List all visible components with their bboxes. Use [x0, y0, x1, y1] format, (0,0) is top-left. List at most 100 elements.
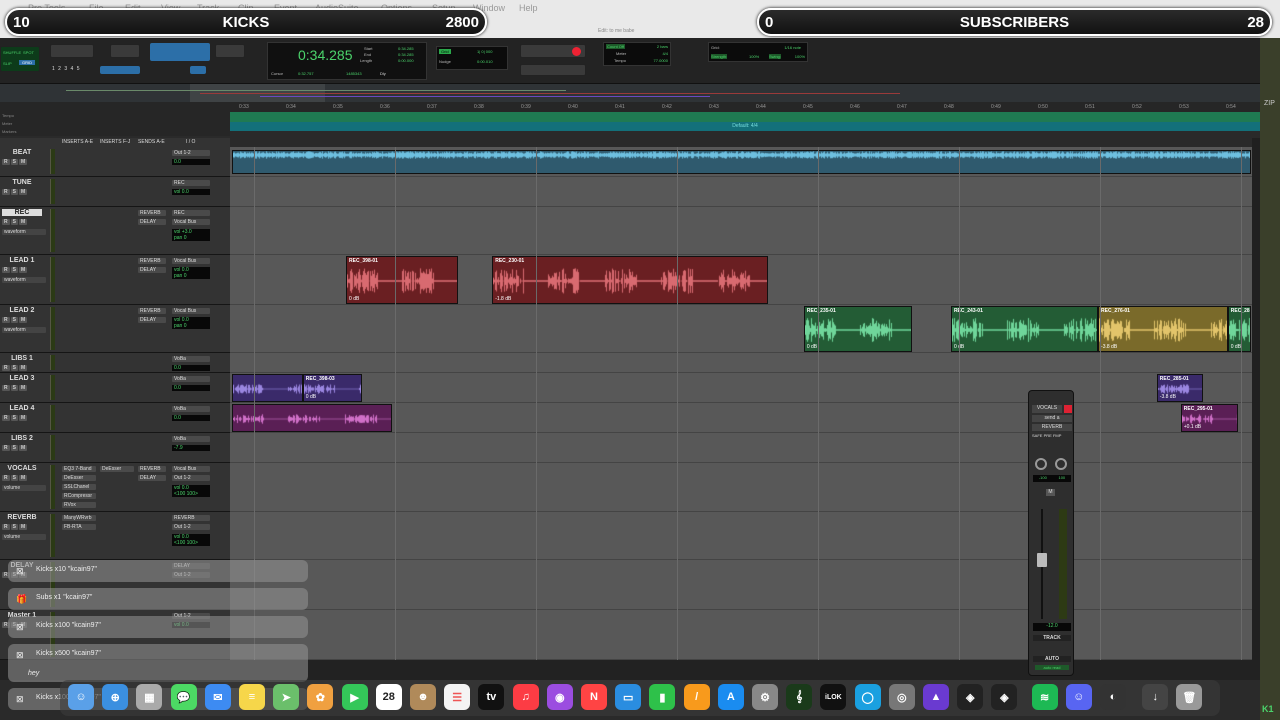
output-selector[interactable]: REC: [172, 180, 210, 186]
tempo-display[interactable]: Count Off Meter Tempo 2 bars 4/4 77.0000: [603, 42, 671, 66]
track-lane[interactable]: [230, 177, 1252, 207]
send-slot[interactable]: DELAY: [138, 267, 166, 273]
volume-readout[interactable]: 0.0: [172, 385, 210, 391]
track-lane[interactable]: [230, 560, 1252, 610]
link-button[interactable]: [190, 66, 206, 74]
midi-grid-display[interactable]: Grid: 1/16 note Strength: 100% Swing: 10…: [708, 42, 808, 62]
audio-clip[interactable]: [231, 150, 1251, 174]
send-slot[interactable]: REVERB: [138, 210, 166, 216]
output-selector[interactable]: VoBa: [172, 406, 210, 412]
automation-mode[interactable]: auto read: [1035, 665, 1069, 670]
insert-slot[interactable]: RVox: [62, 502, 96, 508]
grid-nudge-display[interactable]: Grid 1| 0| 000 Nudge 0:00.010: [436, 46, 508, 70]
mode-grid[interactable]: GRID: [19, 60, 35, 65]
dock-pro-tools-icon[interactable]: ▲: [923, 684, 949, 710]
track-lane[interactable]: [230, 610, 1252, 660]
dock-pages-icon[interactable]: /: [683, 684, 710, 710]
dock-spotify-icon[interactable]: ≋: [1031, 684, 1058, 710]
track-name[interactable]: TUNE: [2, 179, 42, 186]
edit-modes[interactable]: SHUFFLE SPOT SLIP GRID: [0, 46, 40, 72]
zoom-tool[interactable]: [110, 44, 140, 58]
mute-button[interactable]: M: [18, 475, 28, 481]
audio-clip[interactable]: REC_285-01 -3.8 dB: [1156, 374, 1203, 402]
dock-mail-icon[interactable]: ✉: [204, 684, 231, 710]
track-header-lead-3[interactable]: LEAD 3 R S M VoBa 0.0: [0, 373, 230, 403]
dock-photos-icon[interactable]: ✿: [307, 684, 334, 710]
track-lane[interactable]: [230, 147, 1252, 177]
tempo-value[interactable]: 77.0000: [654, 58, 668, 63]
dock-maps-icon[interactable]: ➤: [273, 684, 300, 710]
track-view-selector[interactable]: waveform: [2, 229, 46, 235]
insert-slot[interactable]: EQ3 7-Band: [62, 466, 96, 472]
solo-button[interactable]: S: [10, 524, 18, 530]
insert-slot[interactable]: ManyWRvrb: [62, 515, 96, 521]
mute-button[interactable]: M: [18, 267, 28, 273]
mode-slip[interactable]: SLIP: [3, 61, 12, 66]
output-selector-2[interactable]: Vocal Bus: [172, 219, 210, 225]
pencil-tool[interactable]: [215, 44, 245, 58]
record-arm-button[interactable]: R: [2, 415, 10, 421]
send-selector[interactable]: send a: [1032, 415, 1072, 422]
dock-sibelius-icon[interactable]: 𝄞: [786, 684, 813, 710]
dock-calendar-icon[interactable]: 28: [375, 684, 402, 710]
grid-button[interactable]: Grid: [439, 49, 451, 54]
track-view-selector[interactable]: volume: [2, 534, 46, 540]
volume-readout[interactable]: 0.0: [172, 365, 210, 371]
output-selector-2[interactable]: Out 1-2: [172, 475, 210, 481]
output-selector[interactable]: VoBa: [172, 356, 210, 362]
end-value[interactable]: 0:34.285: [398, 52, 414, 57]
dock-izotope-icon[interactable]: ◯: [854, 684, 881, 710]
mute-button[interactable]: M: [18, 445, 28, 451]
solo-button[interactable]: S: [10, 267, 18, 273]
solo-button[interactable]: S: [10, 415, 18, 421]
dock-contacts-icon[interactable]: ☻: [410, 684, 436, 710]
audio-clip[interactable]: REC_276-01 -3.8 dB: [1098, 306, 1228, 352]
volume-fader[interactable]: [1037, 553, 1047, 567]
track-name[interactable]: LEAD 4: [2, 405, 42, 412]
pre-button[interactable]: PRE: [1044, 433, 1052, 438]
pan-readout[interactable]: pan 0: [172, 235, 210, 241]
record-arm-button[interactable]: R: [2, 219, 10, 225]
zoom-presets[interactable]: 1 2 3 4 5: [52, 66, 79, 72]
mute-button[interactable]: M: [18, 385, 28, 391]
record-arm-button[interactable]: R: [2, 445, 10, 451]
audio-clip[interactable]: REC_295-01 +0.1 dB: [1180, 404, 1239, 432]
track-name[interactable]: BEAT: [2, 149, 42, 156]
menu-help[interactable]: Help: [519, 3, 538, 13]
dock-facetime-icon[interactable]: ▶: [341, 684, 368, 710]
send-slot[interactable]: REVERB: [138, 466, 166, 472]
mode-shuffle[interactable]: SHUFFLE: [3, 50, 21, 55]
volume-readout[interactable]: vol 0.0: [172, 189, 210, 195]
pan-readout[interactable]: pan 0: [172, 273, 210, 279]
track-lane[interactable]: [230, 353, 1252, 373]
tempo-ruler[interactable]: [230, 112, 1260, 122]
pan-readout[interactable]: pan 0: [172, 323, 210, 329]
solo-button[interactable]: S: [10, 385, 18, 391]
fader-value[interactable]: -12.0: [1033, 623, 1071, 631]
record-arm-button[interactable]: R: [2, 385, 10, 391]
main-counter[interactable]: 0:34.285: [298, 47, 353, 63]
solo-button[interactable]: S: [10, 365, 18, 371]
track-view-selector[interactable]: volume: [2, 485, 46, 491]
output-selector[interactable]: VoBa: [172, 376, 210, 382]
dock-downloads-icon[interactable]: ↓: [1142, 684, 1169, 710]
dock-ilok-icon[interactable]: iLOK: [820, 684, 847, 710]
dock-safari-icon[interactable]: ⊕: [102, 684, 129, 710]
dock-finder-icon[interactable]: ☺: [68, 684, 94, 710]
volume-readout[interactable]: 0.0: [172, 415, 210, 421]
audio-clip[interactable]: REC_28 0 dB: [1227, 306, 1251, 352]
record-arm-button[interactable]: R: [2, 475, 10, 481]
mode-spot[interactable]: SPOT: [23, 50, 34, 55]
vertical-scrollbar[interactable]: [1252, 138, 1260, 660]
dock-keynote-icon[interactable]: ▭: [615, 684, 642, 710]
counter-display[interactable]: 0:34.285 Start End Length 0:34.285 0:34.…: [267, 42, 427, 80]
track-name[interactable]: LEAD 3: [2, 375, 42, 382]
track-lane[interactable]: [230, 463, 1252, 512]
length-value[interactable]: 0:00.000: [398, 58, 414, 63]
audio-clip[interactable]: REC_243-01 0 dB: [950, 306, 1099, 352]
track-lane[interactable]: REC_295-01 +0.1 dB: [230, 403, 1252, 433]
output-selector[interactable]: Vocal Bus: [172, 308, 210, 314]
dock-news-icon[interactable]: N: [581, 684, 607, 710]
track-header-lead-1[interactable]: LEAD 1 R S Mwaveform REVERB DELAY Vocal Bus vol…: [0, 255, 230, 305]
send-slot[interactable]: REVERB: [138, 308, 166, 314]
